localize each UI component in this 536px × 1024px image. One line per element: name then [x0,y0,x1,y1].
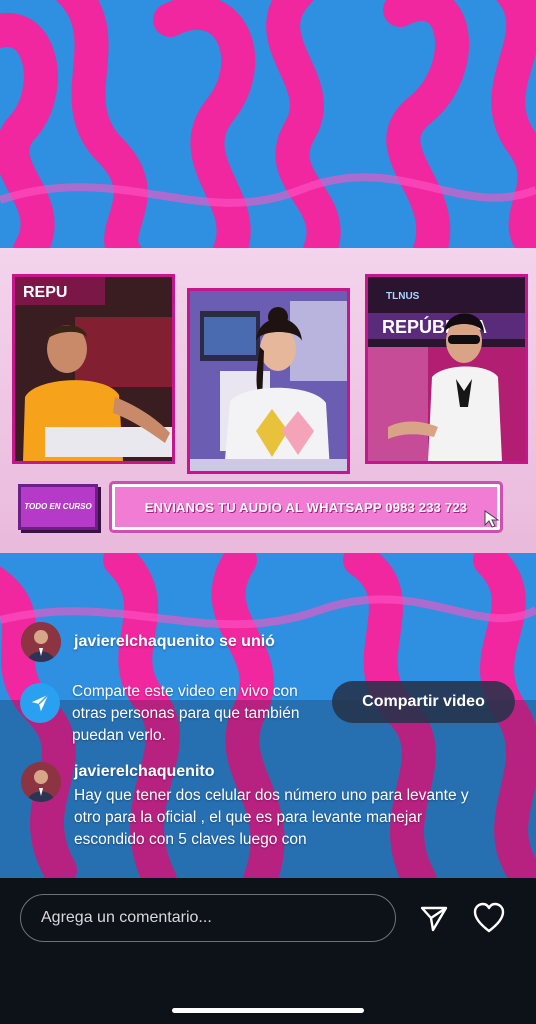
svg-text:TLNUS: TLNUS [386,291,420,302]
comment-input[interactable]: Agrega un comentario... [20,894,396,942]
comment-user-avatar[interactable] [21,762,61,802]
svg-text:REPU: REPU [23,284,67,301]
share-prompt-icon [20,683,60,723]
en-curso-badge: TODO EN CURSO [18,484,98,530]
heart-icon[interactable] [472,902,506,934]
joined-user-avatar[interactable] [21,622,61,662]
comment-text: Hay que tener dos celular dos número uno… [74,787,469,848]
comment-username[interactable]: javierelchaquenito [74,763,215,781]
host-center-image [190,291,347,471]
camera-panel-right: TLNUS REPÚBLICA [365,274,528,464]
whatsapp-ticker: ENVIANOS TU AUDIO AL WHATSAPP 0983 233 7… [112,484,500,530]
cursor-arrow-icon [484,510,500,528]
paper-plane-icon [31,694,49,712]
home-indicator[interactable] [172,1008,364,1013]
host-left-image: REPU [15,277,172,461]
host-right-image: TLNUS REPÚBLICA [368,277,525,461]
share-video-button[interactable]: Compartir video [332,681,515,723]
send-icon[interactable] [418,902,450,934]
ticker-text: ENVIANOS TU AUDIO AL WHATSAPP 0983 233 7… [144,499,468,515]
camera-panel-left: REPU [12,274,175,464]
camera-panel-center [187,288,350,474]
live-video-stage: REPU TLNUS REPÚBLICA TODO EN CURSO ENVIA… [0,0,536,878]
share-prompt-text: Comparte este video en vivo con otras pe… [72,683,300,744]
join-message: javierelchaquenito se unió [74,633,275,650]
